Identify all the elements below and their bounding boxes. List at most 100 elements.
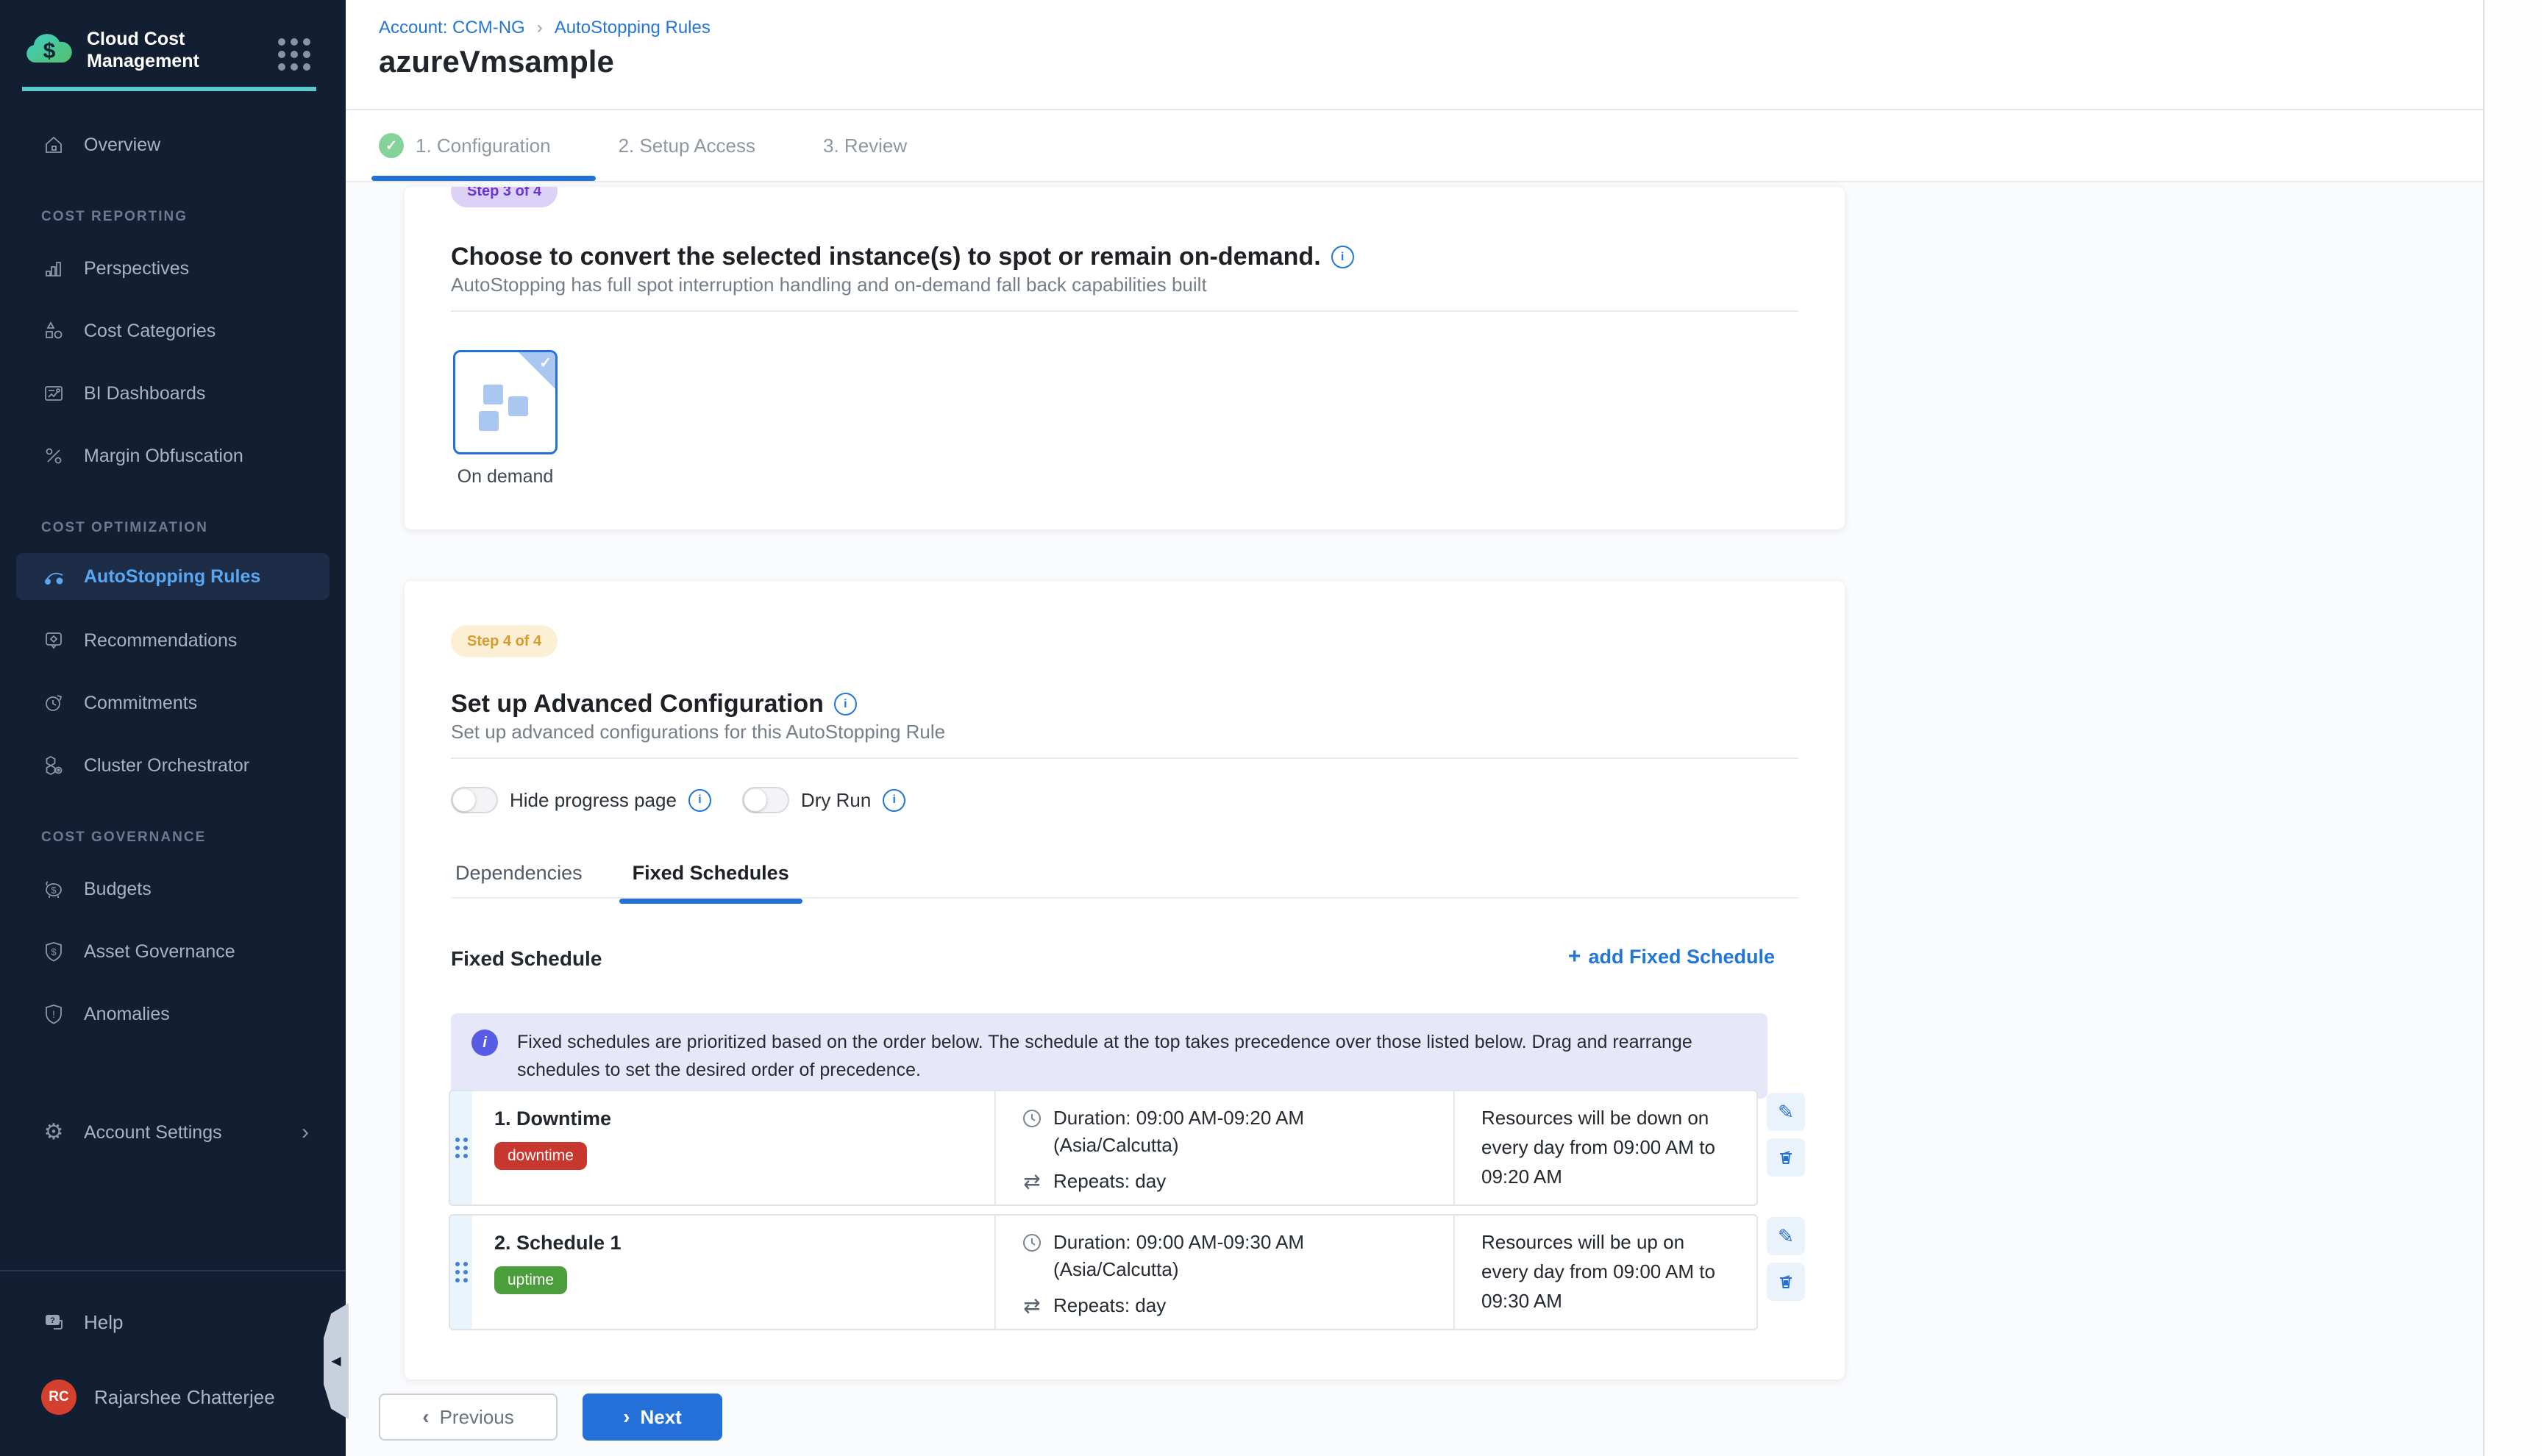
- step-tab-configuration[interactable]: ✓ 1. Configuration: [379, 133, 551, 158]
- sidebar-item-account-settings[interactable]: ⚙ Account Settings ›: [16, 1109, 330, 1156]
- info-icon[interactable]: i: [834, 693, 857, 715]
- next-button[interactable]: › Next: [583, 1393, 722, 1441]
- drag-dots-icon: [455, 1138, 468, 1158]
- pencil-icon: ✎: [1778, 1225, 1794, 1248]
- uptime-badge: uptime: [494, 1266, 567, 1294]
- sidebar-section-cost-optimization: COST OPTIMIZATION: [41, 520, 208, 536]
- sidebar-item-help[interactable]: ? Help: [16, 1299, 330, 1346]
- sidebar-item-label: Commitments: [84, 693, 197, 714]
- info-icon[interactable]: i: [1331, 246, 1354, 268]
- chevron-right-icon: ›: [623, 1405, 630, 1429]
- user-name: Rajarshee Chatterjee: [94, 1386, 275, 1409]
- info-icon[interactable]: i: [688, 789, 711, 812]
- sidebar-accent-divider: [22, 87, 316, 91]
- sidebar-item-bi-dashboards[interactable]: BI Dashboards: [16, 370, 330, 417]
- repeat-icon: ⇄: [1021, 1293, 1043, 1318]
- app-logo[interactable]: $ Cloud Cost Management: [25, 28, 199, 72]
- clock-refresh-icon: [41, 690, 66, 715]
- sidebar-item-margin-obfuscation[interactable]: Margin Obfuscation: [16, 432, 330, 479]
- delete-schedule-button[interactable]: [1767, 1263, 1805, 1301]
- schedule-priority-banner: i Fixed schedules are prioritized based …: [451, 1013, 1767, 1099]
- scroll-content: Step 3 of 4 Choose to convert the select…: [346, 182, 2483, 1456]
- selected-check-icon: ✓: [539, 354, 552, 372]
- sidebar-item-autostopping-rules[interactable]: AutoStopping Rules: [16, 553, 330, 600]
- step-label: 2. Setup Access: [619, 135, 755, 157]
- step-tab-setup-access[interactable]: 2. Setup Access: [619, 135, 755, 157]
- sidebar-item-asset-governance[interactable]: $ Asset Governance: [16, 928, 330, 975]
- breadcrumb: Account: CCM-NG › AutoStopping Rules: [379, 18, 711, 38]
- advanced-tabs: Dependencies Fixed Schedules: [451, 859, 1798, 899]
- avatar: RC: [41, 1380, 76, 1415]
- drag-handle[interactable]: [450, 1091, 472, 1205]
- app-title: Cloud Cost Management: [87, 28, 199, 72]
- sidebar-item-budgets[interactable]: $ Budgets: [16, 866, 330, 913]
- sidebar: $ Cloud Cost Management Overview COST RE…: [0, 0, 346, 1456]
- schedule-timing-cell: Duration: 09:00 AM-09:20 AM (Asia/Calcut…: [994, 1091, 1453, 1205]
- app-switcher-icon[interactable]: [278, 38, 310, 71]
- row-actions: ✎: [1767, 1093, 1805, 1177]
- page-title: azureVmsample: [379, 44, 614, 79]
- sidebar-item-perspectives[interactable]: Perspectives: [16, 245, 330, 292]
- on-demand-option-tile[interactable]: ✓: [453, 350, 558, 454]
- step-complete-check-icon: ✓: [379, 133, 404, 158]
- trash-icon: [1776, 1272, 1795, 1291]
- schedule-duration: Duration: 09:00 AM-09:30 AM: [1053, 1229, 1304, 1256]
- dashboard-icon: [41, 381, 66, 406]
- schedule-timing-cell: Duration: 09:00 AM-09:30 AM (Asia/Calcut…: [994, 1216, 1453, 1329]
- tab-fixed-schedules[interactable]: Fixed Schedules: [628, 859, 794, 897]
- schedule-repeats: Repeats: day: [1053, 1294, 1166, 1317]
- sidebar-item-commitments[interactable]: Commitments: [16, 679, 330, 727]
- edit-schedule-button[interactable]: ✎: [1767, 1093, 1805, 1131]
- sidebar-item-label: Budgets: [84, 879, 152, 900]
- repeat-icon: ⇄: [1021, 1169, 1043, 1193]
- step-label: 3. Review: [823, 135, 907, 157]
- dry-run-toggle-group: Dry Run i: [742, 787, 905, 813]
- fixed-schedule-list: 1. Downtime downtime Duration: 09:00 AM-…: [449, 1090, 1758, 1338]
- schedule-row-downtime: 1. Downtime downtime Duration: 09:00 AM-…: [449, 1090, 1758, 1206]
- hexagons-gear-icon: [41, 753, 66, 778]
- breadcrumb-separator-icon: ›: [537, 18, 543, 38]
- sidebar-item-overview[interactable]: Overview: [16, 121, 330, 168]
- chevron-right-icon: ›: [302, 1120, 330, 1145]
- advanced-toggles: Hide progress page i Dry Run i: [451, 787, 905, 813]
- dry-run-toggle[interactable]: [742, 787, 789, 813]
- piggy-bank-icon: $: [41, 877, 66, 902]
- home-icon: [41, 132, 66, 157]
- schedule-repeats: Repeats: day: [1053, 1170, 1166, 1193]
- chevron-left-icon: ‹: [422, 1405, 429, 1429]
- sidebar-section-cost-governance: COST GOVERNANCE: [41, 829, 206, 846]
- add-fixed-schedule-button[interactable]: + add Fixed Schedule: [1568, 944, 1775, 969]
- sidebar-item-anomalies[interactable]: ! Anomalies: [16, 991, 330, 1038]
- sidebar-item-cost-categories[interactable]: Cost Categories: [16, 307, 330, 354]
- info-icon[interactable]: i: [883, 789, 905, 812]
- active-step-underline: [371, 176, 596, 181]
- sidebar-item-label: Overview: [84, 135, 160, 156]
- drag-handle[interactable]: [450, 1216, 472, 1329]
- schedule-title: 1. Downtime: [494, 1107, 994, 1130]
- scrollbar-gutter[interactable]: [2483, 0, 2542, 1456]
- user-profile[interactable]: RC Rajarshee Chatterjee: [16, 1374, 330, 1421]
- svg-text:!: !: [52, 1008, 55, 1020]
- sidebar-item-label: BI Dashboards: [84, 383, 205, 404]
- step-tab-review[interactable]: 3. Review: [823, 135, 907, 157]
- breadcrumb-autostopping-link[interactable]: AutoStopping Rules: [555, 18, 711, 38]
- previous-button[interactable]: ‹ Previous: [379, 1393, 558, 1441]
- sidebar-section-cost-reporting: COST REPORTING: [41, 209, 188, 225]
- sidebar-item-recommendations[interactable]: Recommendations: [16, 617, 330, 664]
- fixed-schedule-heading: Fixed Schedule: [451, 947, 602, 971]
- svg-text:$: $: [51, 885, 57, 896]
- breadcrumb-account-link[interactable]: Account: CCM-NG: [379, 18, 525, 38]
- recommendation-icon: [41, 628, 66, 653]
- sidebar-item-label: AutoStopping Rules: [84, 566, 260, 588]
- sidebar-item-cluster-orchestrator[interactable]: Cluster Orchestrator: [16, 742, 330, 789]
- schedule-description-cell: Resources will be down on every day from…: [1453, 1091, 1756, 1205]
- advanced-card-heading: Set up Advanced Configuration i: [451, 690, 857, 718]
- edit-schedule-button[interactable]: ✎: [1767, 1217, 1805, 1255]
- clock-icon: [1021, 1107, 1043, 1130]
- info-banner-icon: i: [471, 1029, 498, 1056]
- tab-dependencies[interactable]: Dependencies: [451, 859, 587, 897]
- delete-schedule-button[interactable]: [1767, 1138, 1805, 1177]
- schedule-priority-text: Fixed schedules are prioritized based on…: [517, 1028, 1731, 1084]
- hide-progress-toggle[interactable]: [451, 787, 498, 813]
- sidebar-item-label: Account Settings: [84, 1122, 222, 1143]
